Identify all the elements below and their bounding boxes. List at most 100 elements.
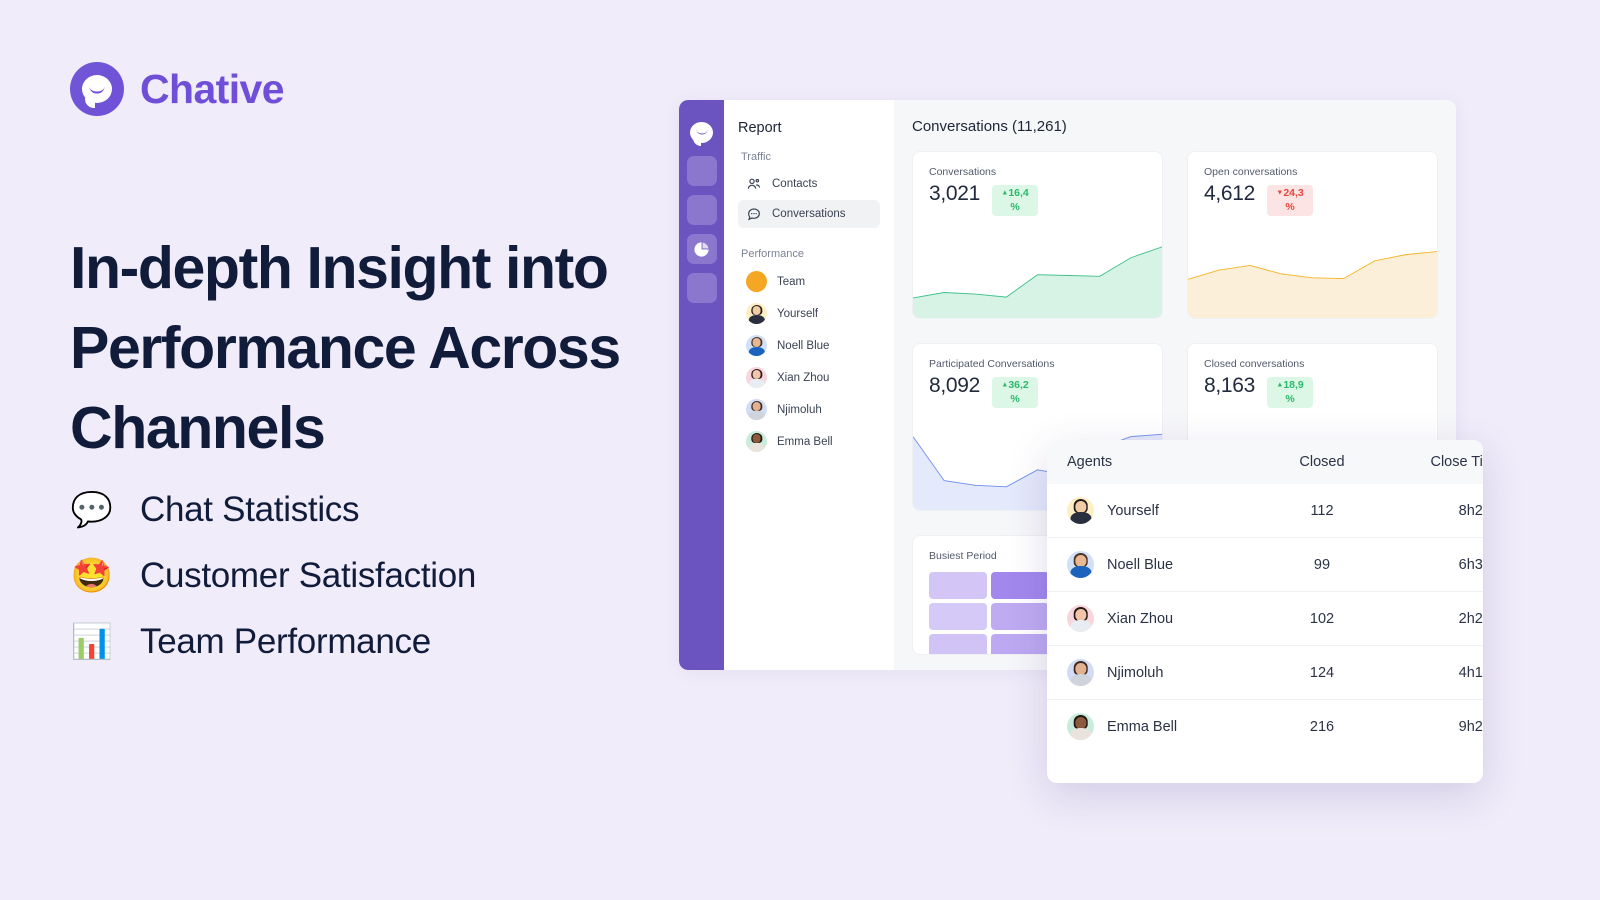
- sidebar-item-team[interactable]: Team: [738, 267, 880, 296]
- metric-card-conversations[interactable]: Conversations 3,021 ▲16,4%: [912, 151, 1163, 319]
- sidebar-item-label: Conversations: [772, 208, 846, 220]
- agent-name: Yourself: [1107, 502, 1159, 519]
- sidebar-item-conversations[interactable]: Conversations: [738, 200, 880, 228]
- chat-bubble-smile-icon: [70, 62, 124, 116]
- heatmap-cell[interactable]: [991, 634, 1049, 654]
- metric-value: 8,163: [1204, 374, 1256, 397]
- closed-count: 99: [1313, 556, 1331, 573]
- sparkline-conversations: [913, 218, 1162, 318]
- feature-label: Team Performance: [140, 622, 431, 661]
- status-badge: ▲18,9%: [1267, 377, 1314, 409]
- sidebar-group-traffic: Traffic: [741, 151, 771, 163]
- list-item: 💬 Chat Statistics: [70, 490, 476, 530]
- avatar: [1067, 551, 1094, 578]
- sidebar-item-label: Contacts: [772, 178, 818, 190]
- rail-item-2[interactable]: [686, 195, 717, 225]
- sidebar-item-emma-bell[interactable]: Emma Bell: [738, 427, 880, 456]
- heatmap-cell[interactable]: [991, 603, 1049, 630]
- emma-bell-avatar: [1067, 713, 1094, 740]
- status-badge: ▲36,2%: [992, 377, 1039, 409]
- bar-chart-icon: 📊: [70, 623, 114, 661]
- agent-name: Njimoluh: [1107, 664, 1164, 681]
- yourself-avatar: [1067, 497, 1094, 524]
- metric-label: Conversations: [929, 166, 997, 178]
- report-sidebar: Report Traffic Contacts Conversations Pe…: [724, 100, 894, 670]
- metric-value: 8,092: [929, 374, 981, 397]
- pie-chart-icon: [694, 241, 709, 257]
- column-header-close-time: Close Time: [1430, 454, 1483, 470]
- agent-name: Emma Bell: [1107, 718, 1178, 735]
- app-rail: [679, 100, 724, 670]
- sidebar-item-contacts[interactable]: Contacts: [738, 170, 880, 198]
- avatar: [1067, 659, 1094, 686]
- heatmap-cell[interactable]: [929, 634, 987, 654]
- list-item: 📊 Team Performance: [70, 622, 476, 662]
- sidebar-item-xian-zhou[interactable]: Xian Zhou: [738, 363, 880, 392]
- closed-count: 112: [1310, 502, 1334, 519]
- heatmap-cell[interactable]: [991, 572, 1049, 599]
- column-header-agents: Agents: [1067, 454, 1113, 470]
- close-time: 4h18m: [1458, 664, 1483, 681]
- promo-banner: Chative In-depth Insight into Performanc…: [0, 0, 1600, 900]
- table-body: Yourself 112 8h20m Noell Blue 99 6h32m Xian Zh…: [1047, 484, 1483, 753]
- star-struck-icon: 🤩: [70, 557, 114, 595]
- agents-table-panel: Agents Closed Close Time Yourself 112 8h20…: [1047, 440, 1483, 783]
- njimoluh-avatar: [746, 399, 767, 420]
- table-row[interactable]: Xian Zhou 102 2h20m: [1047, 591, 1483, 645]
- close-time: 8h20m: [1458, 502, 1483, 519]
- sidebar-group-performance: Performance: [741, 248, 804, 260]
- content-title: Conversations (11,261): [912, 118, 1067, 135]
- sidebar-item-njimoluh[interactable]: Njimoluh: [738, 395, 880, 424]
- yourself-avatar: [746, 303, 767, 324]
- table-row[interactable]: Yourself 112 8h20m: [1047, 484, 1483, 537]
- conversations-icon: [747, 208, 760, 221]
- rail-item-4[interactable]: [686, 273, 717, 303]
- brand-logo: Chative: [70, 62, 285, 116]
- rail-chat-bubble-icon[interactable]: [687, 117, 717, 147]
- heatmap-cell[interactable]: [929, 572, 987, 599]
- sparkline-open-conversations: [1188, 218, 1437, 318]
- list-item: 🤩 Customer Satisfaction: [70, 556, 477, 596]
- brand-name: Chative: [140, 65, 285, 112]
- metric-card-open-conversations[interactable]: Open conversations 4,612 ▼24,3%: [1187, 151, 1438, 319]
- rail-pie-chart-icon[interactable]: [686, 234, 717, 264]
- column-header-closed: Closed: [1299, 454, 1345, 470]
- rail-item-1[interactable]: [686, 156, 717, 186]
- closed-count: 124: [1309, 664, 1335, 681]
- noell-blue-avatar: [1067, 551, 1094, 578]
- noell-blue-avatar: [746, 335, 767, 356]
- njimoluh-avatar: [1067, 659, 1094, 686]
- table-row[interactable]: Emma Bell 216 9h22m: [1047, 699, 1483, 753]
- sidebar-item-label: Njimoluh: [777, 403, 822, 416]
- page-title: In-depth Insight into Performance Across…: [70, 235, 621, 462]
- sidebar-item-label: Noell Blue: [777, 339, 830, 352]
- agent-name: Noell Blue: [1107, 556, 1174, 573]
- close-time: 2h20m: [1458, 610, 1483, 627]
- feature-label: Chat Statistics: [140, 490, 360, 529]
- metric-label: Closed conversations: [1204, 358, 1305, 370]
- close-time: 9h22m: [1458, 718, 1483, 735]
- table-header-row: Agents Closed Close Time: [1047, 440, 1483, 484]
- sidebar-item-noell-blue[interactable]: Noell Blue: [738, 331, 880, 360]
- agent-name: Xian Zhou: [1107, 610, 1174, 627]
- table-row[interactable]: Njimoluh 124 4h18m: [1047, 645, 1483, 699]
- feature-list: 💬 Chat Statistics 🤩 Customer Satisfactio…: [70, 490, 477, 662]
- sidebar-item-label: Team: [777, 275, 806, 288]
- close-time: 6h32m: [1458, 556, 1483, 573]
- closed-count: 102: [1309, 610, 1335, 627]
- agent-nav-list: Team Yourself Noell Blue Xian Zhou Njimoluh E…: [738, 267, 880, 456]
- table-row[interactable]: Noell Blue 99 6h32m: [1047, 537, 1483, 591]
- sidebar-item-label: Emma Bell: [777, 435, 833, 448]
- xian-zhou-avatar: [1067, 605, 1094, 632]
- heatmap-cell[interactable]: [929, 603, 987, 630]
- closed-count: 216: [1309, 718, 1335, 735]
- avatar: [1067, 713, 1094, 740]
- sidebar-item-label: Xian Zhou: [777, 371, 830, 384]
- team-avatar: [746, 271, 767, 292]
- contacts-icon: [747, 178, 761, 189]
- metric-value: 3,021: [929, 182, 981, 205]
- feature-label: Customer Satisfaction: [140, 556, 477, 595]
- sidebar-item-yourself[interactable]: Yourself: [738, 299, 880, 328]
- sidebar-item-label: Yourself: [777, 307, 819, 320]
- sidebar-title: Report: [738, 120, 782, 136]
